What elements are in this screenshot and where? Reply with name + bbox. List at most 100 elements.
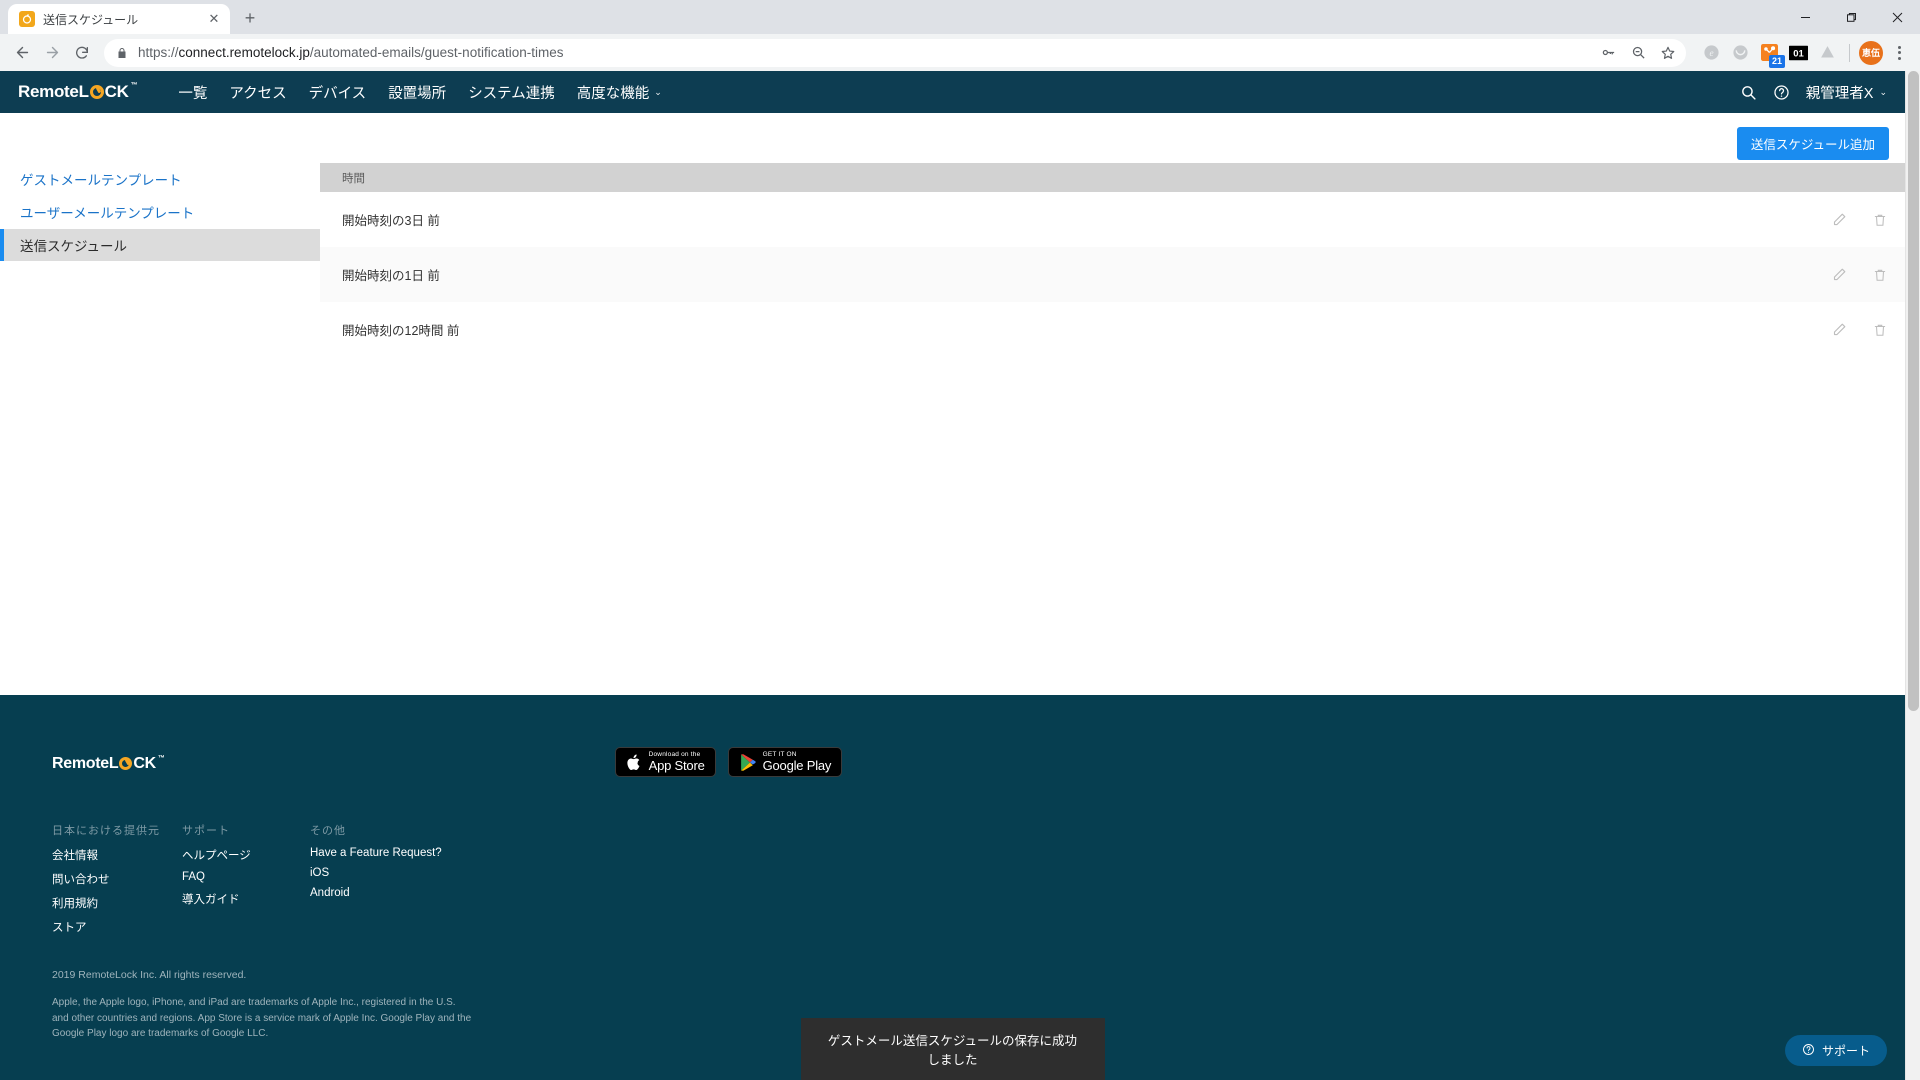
footer-link-setup-guide[interactable]: 導入ガイド <box>182 891 310 907</box>
web-page: Remote L CK ™ 一覧 アクセス デバイス 設置場所 システム連携 高度な機… <box>0 71 1905 1080</box>
address-bar[interactable]: https://connect.remotelock.jp/automated-… <box>104 38 1686 67</box>
minimize-icon[interactable] <box>1782 0 1828 34</box>
footer-logo: Remote L CK ™ <box>52 755 165 773</box>
nav-locations-label: 設置場所 <box>388 85 447 102</box>
zoom-out-icon[interactable] <box>1624 39 1652 67</box>
avatar[interactable]: 恵伍 <box>1859 40 1883 65</box>
browser-window: 送信スケジュール ✕ + https://connect.remotelock.… <box>0 0 1920 1080</box>
sidebar-item-label: ゲストメールテンプレート <box>20 173 182 188</box>
footer-column-heading: その他 <box>310 825 346 837</box>
onetab-extension-icon[interactable]: 01 <box>1785 40 1811 66</box>
page-scrollbar[interactable] <box>1905 71 1920 1080</box>
footer-link-ios[interactable]: iOS <box>310 867 442 879</box>
google-play-badge[interactable]: GET IT ON Google Play <box>727 747 843 777</box>
google-play-icon <box>740 753 756 771</box>
support-button[interactable]: サポート <box>1784 1035 1887 1066</box>
nav-devices[interactable]: デバイス <box>298 71 378 113</box>
pencil-edit-icon[interactable] <box>1832 267 1847 282</box>
browser-toolbar: https://connect.remotelock.jp/automated-… <box>0 34 1920 71</box>
chevron-down-icon: ⌄ <box>654 86 662 97</box>
logo-post: CK <box>104 82 129 101</box>
footer-logo-mid: L <box>108 755 119 772</box>
footer-link-store[interactable]: ストア <box>52 919 182 935</box>
footer-link-android[interactable]: Android <box>310 887 442 899</box>
app-store-badge-big: App Store <box>648 757 705 773</box>
app-store-badge[interactable]: Download on the App Store <box>614 747 716 777</box>
trash-delete-icon[interactable] <box>1873 323 1887 337</box>
tab-title: 送信スケジュール <box>43 12 139 27</box>
row-actions <box>1832 212 1887 227</box>
new-tab-button[interactable]: + <box>236 4 264 32</box>
bookmark-star-icon[interactable] <box>1654 39 1682 67</box>
chrome-menu-button[interactable] <box>1886 40 1912 66</box>
app-navigation-bar: Remote L CK ™ 一覧 アクセス デバイス 設置場所 システム連携 高度な機… <box>0 71 1905 113</box>
support-label: サポート <box>1821 1044 1870 1058</box>
pocket-extension-icon[interactable] <box>1727 40 1753 66</box>
nav-devices-label: デバイス <box>308 85 367 102</box>
password-key-icon[interactable] <box>1594 39 1622 67</box>
window-close-icon[interactable] <box>1874 0 1920 34</box>
svg-text:e: e <box>1709 48 1713 58</box>
trash-delete-icon[interactable] <box>1873 213 1887 227</box>
remotelock-logo[interactable]: Remote L CK ™ <box>18 82 138 102</box>
sidebar-item-send-schedule[interactable]: 送信スケジュール <box>0 229 320 261</box>
tab-strip: 送信スケジュール ✕ + <box>0 0 1920 34</box>
omnibox-actions <box>1594 39 1682 67</box>
nav-links: 一覧 アクセス デバイス 設置場所 システム連携 高度な機能 ⌄ <box>167 71 672 113</box>
close-icon[interactable]: ✕ <box>206 11 222 27</box>
pencil-edit-icon[interactable] <box>1832 322 1847 337</box>
footer-link-terms[interactable]: 利用規約 <box>52 895 182 911</box>
scrollbar-thumb[interactable] <box>1908 71 1919 711</box>
row-actions <box>1832 322 1887 337</box>
cell-time: 開始時刻の3日 前 <box>342 214 440 228</box>
footer-column-support: サポート ヘルプページ FAQ 導入ガイド <box>182 822 310 943</box>
svg-text:01: 01 <box>1793 48 1804 59</box>
pencil-edit-icon[interactable] <box>1832 212 1847 227</box>
toolbar-divider <box>1849 43 1850 62</box>
nav-advanced[interactable]: 高度な機能 ⌄ <box>566 71 673 113</box>
remotelock-favicon <box>19 11 35 27</box>
page-viewport: Remote L CK ™ 一覧 アクセス デバイス 設置場所 システム連携 高度な機… <box>0 71 1920 1080</box>
help-circle-icon[interactable] <box>1773 84 1790 101</box>
toolbar-actions: 送信スケジュール追加 <box>1736 127 1889 160</box>
footer-column-other: その他 Have a Feature Request? iOS Android <box>310 822 442 943</box>
browser-tab[interactable]: 送信スケジュール ✕ <box>8 4 230 34</box>
logo-trademark: ™ <box>130 82 138 89</box>
apple-icon <box>626 754 640 770</box>
help-circle-icon <box>1802 1043 1815 1059</box>
hubspot-extension-icon[interactable]: 21 <box>1756 40 1785 68</box>
table-row[interactable]: 開始時刻の12時間 前 <box>320 302 1905 357</box>
nav-right-group: 親管理者X ⌄ <box>1740 82 1887 103</box>
table-row[interactable]: 開始時刻の1日 前 <box>320 247 1905 302</box>
drive-extension-icon[interactable] <box>1814 40 1840 66</box>
trash-delete-icon[interactable] <box>1873 268 1887 282</box>
nav-locations[interactable]: 設置場所 <box>377 71 457 113</box>
search-icon[interactable] <box>1740 84 1757 101</box>
nav-integrations[interactable]: システム連携 <box>457 71 566 113</box>
cell-time: 開始時刻の1日 前 <box>342 269 440 283</box>
footer-logo-post: CK <box>133 755 156 772</box>
footer-link-help[interactable]: ヘルプページ <box>182 847 310 863</box>
reload-icon[interactable] <box>68 39 96 67</box>
logo-trademark: ™ <box>157 755 165 762</box>
sidebar-item-label: ユーザーメールテンプレート <box>20 206 195 221</box>
back-icon[interactable] <box>8 39 36 67</box>
footer-link-faq[interactable]: FAQ <box>182 871 310 883</box>
footer-link-feature-request[interactable]: Have a Feature Request? <box>310 847 442 859</box>
nav-access-label: アクセス <box>229 85 287 102</box>
user-name: 親管理者X <box>1805 85 1874 102</box>
sidebar-item-user-email-template[interactable]: ユーザーメールテンプレート <box>0 196 320 228</box>
nav-overview[interactable]: 一覧 <box>167 71 218 113</box>
table-row[interactable]: 開始時刻の3日 前 <box>320 192 1905 247</box>
add-send-schedule-button[interactable]: 送信スケジュール追加 <box>1736 127 1889 160</box>
forward-icon[interactable] <box>38 39 66 67</box>
evernote-extension-icon[interactable]: e <box>1698 40 1724 66</box>
footer-link-contact[interactable]: 問い合わせ <box>52 871 182 887</box>
user-menu[interactable]: 親管理者X ⌄ <box>1806 82 1887 103</box>
footer-column-heading: 日本における提供元 <box>52 825 160 837</box>
nav-access[interactable]: アクセス <box>218 71 297 113</box>
logo-mid: L <box>78 82 89 101</box>
maximize-icon[interactable] <box>1828 0 1874 34</box>
footer-link-company[interactable]: 会社情報 <box>52 847 182 863</box>
sidebar-item-guest-email-template[interactable]: ゲストメールテンプレート <box>0 163 320 195</box>
